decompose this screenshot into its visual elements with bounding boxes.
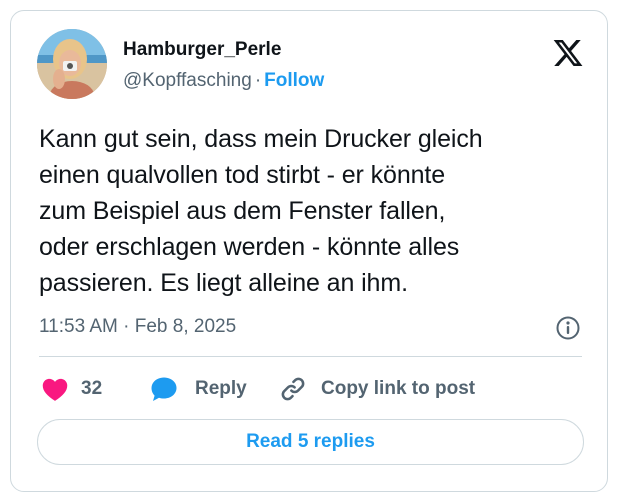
author-handle[interactable]: @Kopffasching [123,70,252,91]
reply-button[interactable]: Reply [149,373,247,405]
follow-link[interactable]: Follow [264,70,324,91]
tweet-embed-card: Hamburger_Perle @Kopffasching · Follow Kan… [10,10,608,492]
author-display-name[interactable]: Hamburger_Perle [123,39,281,61]
separator-dot: · [254,70,262,91]
author-handle-line: @Kopffasching · Follow [123,70,324,92]
x-logo-icon[interactable] [552,37,584,69]
read-replies-label: Read 5 replies [246,431,375,452]
reply-label: Reply [195,378,247,399]
link-icon [281,377,305,401]
divider [39,356,582,357]
speech-bubble-icon [151,377,177,401]
tweet-text: Kann gut sein, dass mein Drucker gleich … [39,125,483,297]
tweet-timestamp[interactable]: 11:53 AM · Feb 8, 2025 [39,316,236,338]
copy-link-button[interactable]: Copy link to post [279,373,475,405]
copy-link-label: Copy link to post [321,378,476,399]
avatar[interactable] [37,29,107,99]
like-button[interactable]: 32 [41,373,102,405]
avatar-image [37,29,107,99]
like-count: 32 [81,378,103,399]
info-icon[interactable] [555,315,581,341]
read-replies-button[interactable]: Read 5 replies [37,419,584,465]
heart-icon [42,378,68,401]
